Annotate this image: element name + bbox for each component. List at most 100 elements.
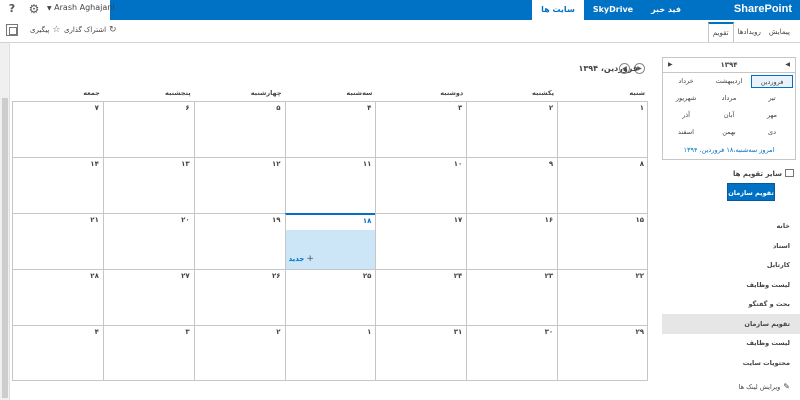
day-number[interactable]: ۸ <box>640 160 644 168</box>
tab-browse[interactable]: پیمایش <box>765 20 794 42</box>
tab-calendar[interactable]: تقویم <box>707 22 734 42</box>
day-cell[interactable]: ۲۴ <box>375 269 467 325</box>
day-number[interactable]: ۱۵ <box>635 216 644 224</box>
share-button[interactable]: اشتراک گذاری ↻ <box>64 25 117 35</box>
suite-tab-sites[interactable]: سایت ها <box>532 0 584 20</box>
gear-icon[interactable]: ⚙ <box>27 2 41 16</box>
day-number[interactable]: ۳ <box>458 104 462 112</box>
day-cell[interactable]: ۳۰ <box>466 325 558 381</box>
org-calendar-button[interactable]: تقویم سازمان <box>727 183 775 201</box>
quicklaunch-item[interactable]: لیست وظایف <box>662 333 800 353</box>
day-number[interactable]: ۱۳ <box>181 160 190 168</box>
day-number[interactable]: ۲۹ <box>635 328 644 336</box>
quicklaunch-item[interactable]: بحث و گفتگو <box>662 294 800 314</box>
day-number[interactable]: ۲۲ <box>635 272 644 280</box>
day-cell[interactable]: ۱۴ <box>12 157 103 213</box>
day-cell[interactable]: ۵ <box>193 101 285 157</box>
day-number[interactable]: ۹ <box>549 160 553 168</box>
day-cell[interactable]: ۱ <box>557 101 648 157</box>
day-cell[interactable]: ۱۰ <box>375 157 467 213</box>
day-cell[interactable]: ۲۰ <box>102 213 194 269</box>
day-number[interactable]: ۷ <box>95 104 99 112</box>
quicklaunch-item[interactable]: اسناد <box>662 236 800 256</box>
day-cell[interactable]: جدید +۱۸ <box>284 213 376 270</box>
user-menu[interactable]: ▼ Arash Aghajani <box>45 3 115 12</box>
picker-prev-year-icon[interactable]: ◀ <box>785 61 790 68</box>
edit-links-button[interactable]: ویرایش لینک ها ✎ <box>739 382 790 391</box>
day-number[interactable]: ۲ <box>276 328 280 336</box>
picker-month[interactable]: شهریور <box>665 92 707 105</box>
day-cell[interactable]: ۲۷ <box>102 269 194 325</box>
day-number[interactable]: ۱۴ <box>90 160 99 168</box>
day-cell[interactable]: ۲۳ <box>466 269 558 325</box>
day-number[interactable]: ۱۲ <box>272 160 281 168</box>
picker-month[interactable]: بهمن <box>708 126 750 139</box>
day-cell[interactable]: ۴ <box>12 325 103 381</box>
day-cell[interactable]: ۲۹ <box>557 325 648 381</box>
day-cell[interactable]: ۲ <box>466 101 558 157</box>
scrollbar-thumb[interactable] <box>2 98 8 398</box>
tab-events[interactable]: رویدادها <box>734 20 765 42</box>
day-number[interactable]: ۲ <box>549 104 553 112</box>
day-number[interactable]: ۳۰ <box>545 328 554 336</box>
day-number[interactable]: ۲۳ <box>545 272 554 280</box>
picker-month[interactable]: دی <box>751 126 793 139</box>
quicklaunch-item[interactable]: کارتابل <box>662 255 800 275</box>
day-cell[interactable]: ۱۳ <box>102 157 194 213</box>
day-cell[interactable]: ۲۸ <box>12 269 103 325</box>
day-number[interactable]: ۲۶ <box>272 272 281 280</box>
picker-month[interactable]: مهر <box>751 109 793 122</box>
day-cell[interactable]: ۱۵ <box>557 213 648 269</box>
day-cell[interactable]: ۱۹ <box>193 213 285 269</box>
day-cell[interactable]: ۲۵ <box>284 269 376 325</box>
day-cell[interactable]: ۲۲ <box>557 269 648 325</box>
picker-month[interactable]: خرداد <box>665 75 707 88</box>
quicklaunch-item[interactable]: تقویم سازمان <box>662 313 800 334</box>
day-number[interactable]: ۲۰ <box>181 216 190 224</box>
brand-logo[interactable]: SharePoint <box>734 3 792 15</box>
focus-content-icon[interactable] <box>6 24 18 36</box>
day-cell[interactable]: ۱۶ <box>466 213 558 269</box>
picker-today-link[interactable]: امروز سه‌شنبه،۱۸ فروردین، ۱۳۹۴ <box>663 146 795 154</box>
day-cell[interactable]: ۶ <box>102 101 194 157</box>
picker-month[interactable]: آبان <box>708 109 750 122</box>
day-cell[interactable]: ۱ <box>284 325 376 381</box>
quicklaunch-item[interactable]: خانه <box>662 216 800 236</box>
suite-tab-newsfeed[interactable]: فید خبر <box>642 0 690 20</box>
day-number[interactable]: ۲۱ <box>90 216 99 224</box>
day-number[interactable]: ۵ <box>276 104 280 112</box>
day-cell[interactable]: ۱۱ <box>284 157 376 213</box>
day-number[interactable]: ۳ <box>185 328 189 336</box>
day-cell[interactable]: ۲۱ <box>12 213 103 269</box>
picker-month[interactable]: اردیبهشت <box>708 75 750 88</box>
day-cell[interactable]: ۳۱ <box>375 325 467 381</box>
day-number[interactable]: ۱۸ <box>363 217 372 225</box>
day-number[interactable]: ۲۴ <box>454 272 463 280</box>
quicklaunch-item[interactable]: محتویات سایت <box>662 353 800 373</box>
day-cell[interactable]: ۸ <box>557 157 648 213</box>
suite-tab-skydrive[interactable]: SkyDrive <box>584 0 642 20</box>
picker-month[interactable]: مرداد <box>708 92 750 105</box>
day-cell[interactable]: ۱۷ <box>375 213 467 269</box>
day-number[interactable]: ۲۸ <box>90 272 99 280</box>
quicklaunch-item[interactable]: لیست وظایف <box>662 275 800 295</box>
day-number[interactable]: ۱ <box>640 104 644 112</box>
day-number[interactable]: ۱۷ <box>454 216 463 224</box>
day-cell[interactable]: ۱۲ <box>193 157 285 213</box>
day-number[interactable]: ۴ <box>95 328 99 336</box>
day-cell[interactable]: ۲ <box>193 325 285 381</box>
day-number[interactable]: ۲۵ <box>363 272 372 280</box>
day-cell[interactable]: ۳ <box>375 101 467 157</box>
day-cell[interactable]: ۲۶ <box>193 269 285 325</box>
day-number[interactable]: ۱۹ <box>272 216 281 224</box>
day-number[interactable]: ۱۶ <box>545 216 554 224</box>
day-cell[interactable]: ۳ <box>102 325 194 381</box>
day-number[interactable]: ۴ <box>367 104 371 112</box>
help-icon[interactable]: ? <box>6 2 18 16</box>
vertical-scrollbar[interactable] <box>0 43 10 400</box>
picker-next-year-icon[interactable]: ▶ <box>668 61 673 68</box>
day-number[interactable]: ۱۰ <box>454 160 463 168</box>
day-cell[interactable]: ۷ <box>12 101 103 157</box>
day-number[interactable]: ۱۱ <box>363 160 372 168</box>
follow-button[interactable]: پیگیری ☆ <box>30 25 60 35</box>
